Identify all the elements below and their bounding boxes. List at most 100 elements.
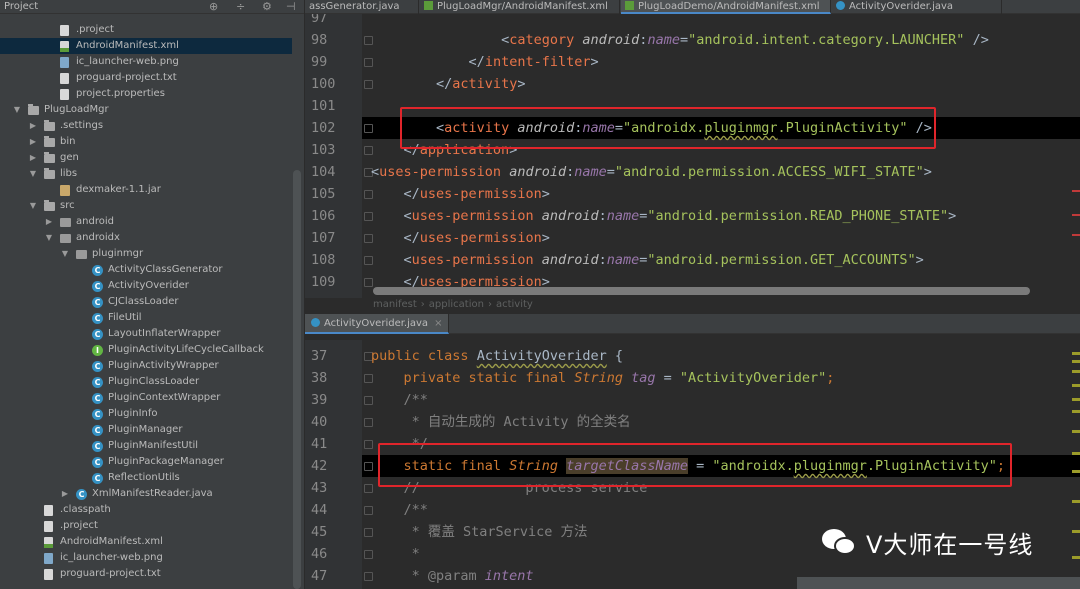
- code-line[interactable]: * @param intent: [404, 565, 534, 587]
- breadcrumb-item[interactable]: manifest: [373, 299, 417, 310]
- fold-marker-icon[interactable]: [364, 58, 373, 67]
- target-icon[interactable]: ⊕: [209, 0, 218, 13]
- tree-item[interactable]: C PluginContextWrapper: [0, 390, 292, 406]
- code-line[interactable]: <uses-permission android:name="android.p…: [404, 205, 957, 227]
- fold-marker-icon[interactable]: [364, 528, 373, 537]
- fold-marker-icon[interactable]: [364, 124, 373, 133]
- fold-marker-icon[interactable]: [364, 550, 373, 559]
- fold-marker-icon[interactable]: [364, 190, 373, 199]
- fold-marker-icon[interactable]: [364, 462, 373, 471]
- tree-item[interactable]: ▶ android: [0, 214, 292, 230]
- code-line[interactable]: *: [404, 543, 420, 565]
- warning-marker[interactable]: [1072, 360, 1080, 363]
- tree-item[interactable]: AndroidManifest.xml: [0, 38, 292, 54]
- fold-marker-icon[interactable]: [364, 484, 373, 493]
- tree-item[interactable]: AndroidManifest.xml: [0, 534, 292, 550]
- code-line[interactable]: public class ActivityOverider {: [371, 345, 623, 367]
- warning-marker[interactable]: [1072, 370, 1080, 373]
- editor-tab[interactable]: PlugLoadMgr/AndroidManifest.xml: [420, 0, 620, 14]
- breadcrumb-item[interactable]: activity: [496, 299, 533, 310]
- chevron-down-icon[interactable]: ▼: [28, 198, 38, 214]
- code-line[interactable]: <uses-permission android:name="android.p…: [371, 161, 932, 183]
- tree-item[interactable]: C LayoutInflaterWrapper: [0, 326, 292, 342]
- hide-icon[interactable]: ⊣: [286, 0, 296, 13]
- tree-item[interactable]: C CJClassLoader: [0, 294, 292, 310]
- tree-item[interactable]: C FileUtil: [0, 310, 292, 326]
- code-line[interactable]: private static final String tag = "Activ…: [404, 367, 835, 389]
- tree-item[interactable]: C PluginManifestUtil: [0, 438, 292, 454]
- fold-marker-icon[interactable]: [364, 396, 373, 405]
- code-line[interactable]: * 自动生成的 Activity 的全类名: [404, 411, 631, 433]
- tree-item[interactable]: ▶ C XmlManifestReader.java: [0, 486, 292, 502]
- fold-marker-icon[interactable]: [364, 234, 373, 243]
- code-line[interactable]: <uses-permission android:name="android.p…: [404, 249, 924, 271]
- tree-item[interactable]: ▼ src: [0, 198, 292, 214]
- project-scrollbar[interactable]: [293, 170, 301, 589]
- code-line[interactable]: </intent-filter>: [469, 51, 599, 73]
- tree-item[interactable]: C PluginInfo: [0, 406, 292, 422]
- fold-marker-icon[interactable]: [364, 278, 373, 287]
- warning-marker[interactable]: [1072, 384, 1080, 387]
- code-line[interactable]: </uses-permission>: [404, 227, 550, 249]
- tree-item[interactable]: ▼ androidx: [0, 230, 292, 246]
- chevron-right-icon[interactable]: ▶: [60, 486, 70, 502]
- code-line[interactable]: /**: [404, 389, 428, 411]
- tree-item[interactable]: .classpath: [0, 502, 292, 518]
- tree-item[interactable]: C ActivityOverider: [0, 278, 292, 294]
- fold-marker-icon[interactable]: [364, 80, 373, 89]
- code-line[interactable]: </uses-permission>: [404, 183, 550, 205]
- tree-item[interactable]: ▼ pluginmgr: [0, 246, 292, 262]
- error-marker[interactable]: [1072, 234, 1080, 236]
- fold-marker-icon[interactable]: [364, 256, 373, 265]
- chevron-down-icon[interactable]: ▼: [12, 102, 22, 118]
- chevron-right-icon[interactable]: ▶: [28, 134, 38, 150]
- project-panel-title[interactable]: Project: [4, 0, 38, 13]
- chevron-down-icon[interactable]: ▼: [60, 246, 70, 262]
- editor-tab[interactable]: assGenerator.java: [305, 0, 419, 14]
- xml-editor[interactable]: 97 98 99 100 101 102 103 104 105 106 107 108 109 <ca…: [305, 14, 1080, 298]
- tree-item[interactable]: C PluginActivityWrapper: [0, 358, 292, 374]
- chevron-down-icon[interactable]: ▼: [28, 166, 38, 182]
- code-line[interactable]: /**: [404, 499, 428, 521]
- warning-marker[interactable]: [1072, 500, 1080, 503]
- warning-marker[interactable]: [1072, 530, 1080, 533]
- close-icon[interactable]: ×: [434, 318, 442, 329]
- tree-item[interactable]: C PluginManager: [0, 422, 292, 438]
- warning-marker[interactable]: [1072, 410, 1080, 413]
- tree-item[interactable]: I PluginActivityLifeCycleCallback: [0, 342, 292, 358]
- fold-marker-icon[interactable]: [364, 418, 373, 427]
- fold-marker-icon[interactable]: [364, 212, 373, 221]
- warning-marker[interactable]: [1072, 470, 1080, 473]
- tree-item[interactable]: ic_launcher-web.png: [0, 54, 292, 70]
- editor-tab[interactable]: ActivityOverider.java: [832, 0, 1002, 14]
- warning-marker[interactable]: [1072, 430, 1080, 433]
- code-line[interactable]: <category android:name="android.intent.c…: [501, 29, 989, 51]
- fold-marker-icon[interactable]: [364, 374, 373, 383]
- tree-item[interactable]: C ActivityClassGenerator: [0, 262, 292, 278]
- tree-item[interactable]: ▼ PlugLoadMgr: [0, 102, 292, 118]
- editor-tab[interactable]: PlugLoadDemo/AndroidManifest.xml: [621, 0, 831, 14]
- tree-item[interactable]: C ReflectionUtils: [0, 470, 292, 486]
- warning-marker[interactable]: [1072, 352, 1080, 355]
- warning-marker[interactable]: [1072, 398, 1080, 401]
- tree-item[interactable]: C PluginPackageManager: [0, 454, 292, 470]
- chevron-right-icon[interactable]: ▶: [44, 214, 54, 230]
- code-line[interactable]: * 覆盖 StarService 方法: [404, 521, 588, 543]
- tree-item[interactable]: ▼ libs: [0, 166, 292, 182]
- tree-item[interactable]: .project: [0, 518, 292, 534]
- tree-item[interactable]: proguard-project.txt: [0, 566, 292, 582]
- error-marker[interactable]: [1072, 214, 1080, 216]
- warning-marker[interactable]: [1072, 556, 1080, 559]
- collapse-icon[interactable]: ÷: [236, 0, 245, 13]
- tree-item[interactable]: .project: [0, 22, 292, 38]
- code-line[interactable]: </activity>: [436, 73, 525, 95]
- error-marker[interactable]: [1072, 190, 1080, 192]
- fold-marker-icon[interactable]: [364, 572, 373, 581]
- horizontal-scrollbar[interactable]: [373, 287, 1030, 295]
- warning-marker[interactable]: [1072, 452, 1080, 455]
- chevron-down-icon[interactable]: ▼: [44, 230, 54, 246]
- tree-item[interactable]: ▶ bin: [0, 134, 292, 150]
- fold-marker-icon[interactable]: [364, 146, 373, 155]
- chevron-right-icon[interactable]: ▶: [28, 118, 38, 134]
- tab-activityoverider[interactable]: ActivityOverider.java ×: [305, 314, 450, 334]
